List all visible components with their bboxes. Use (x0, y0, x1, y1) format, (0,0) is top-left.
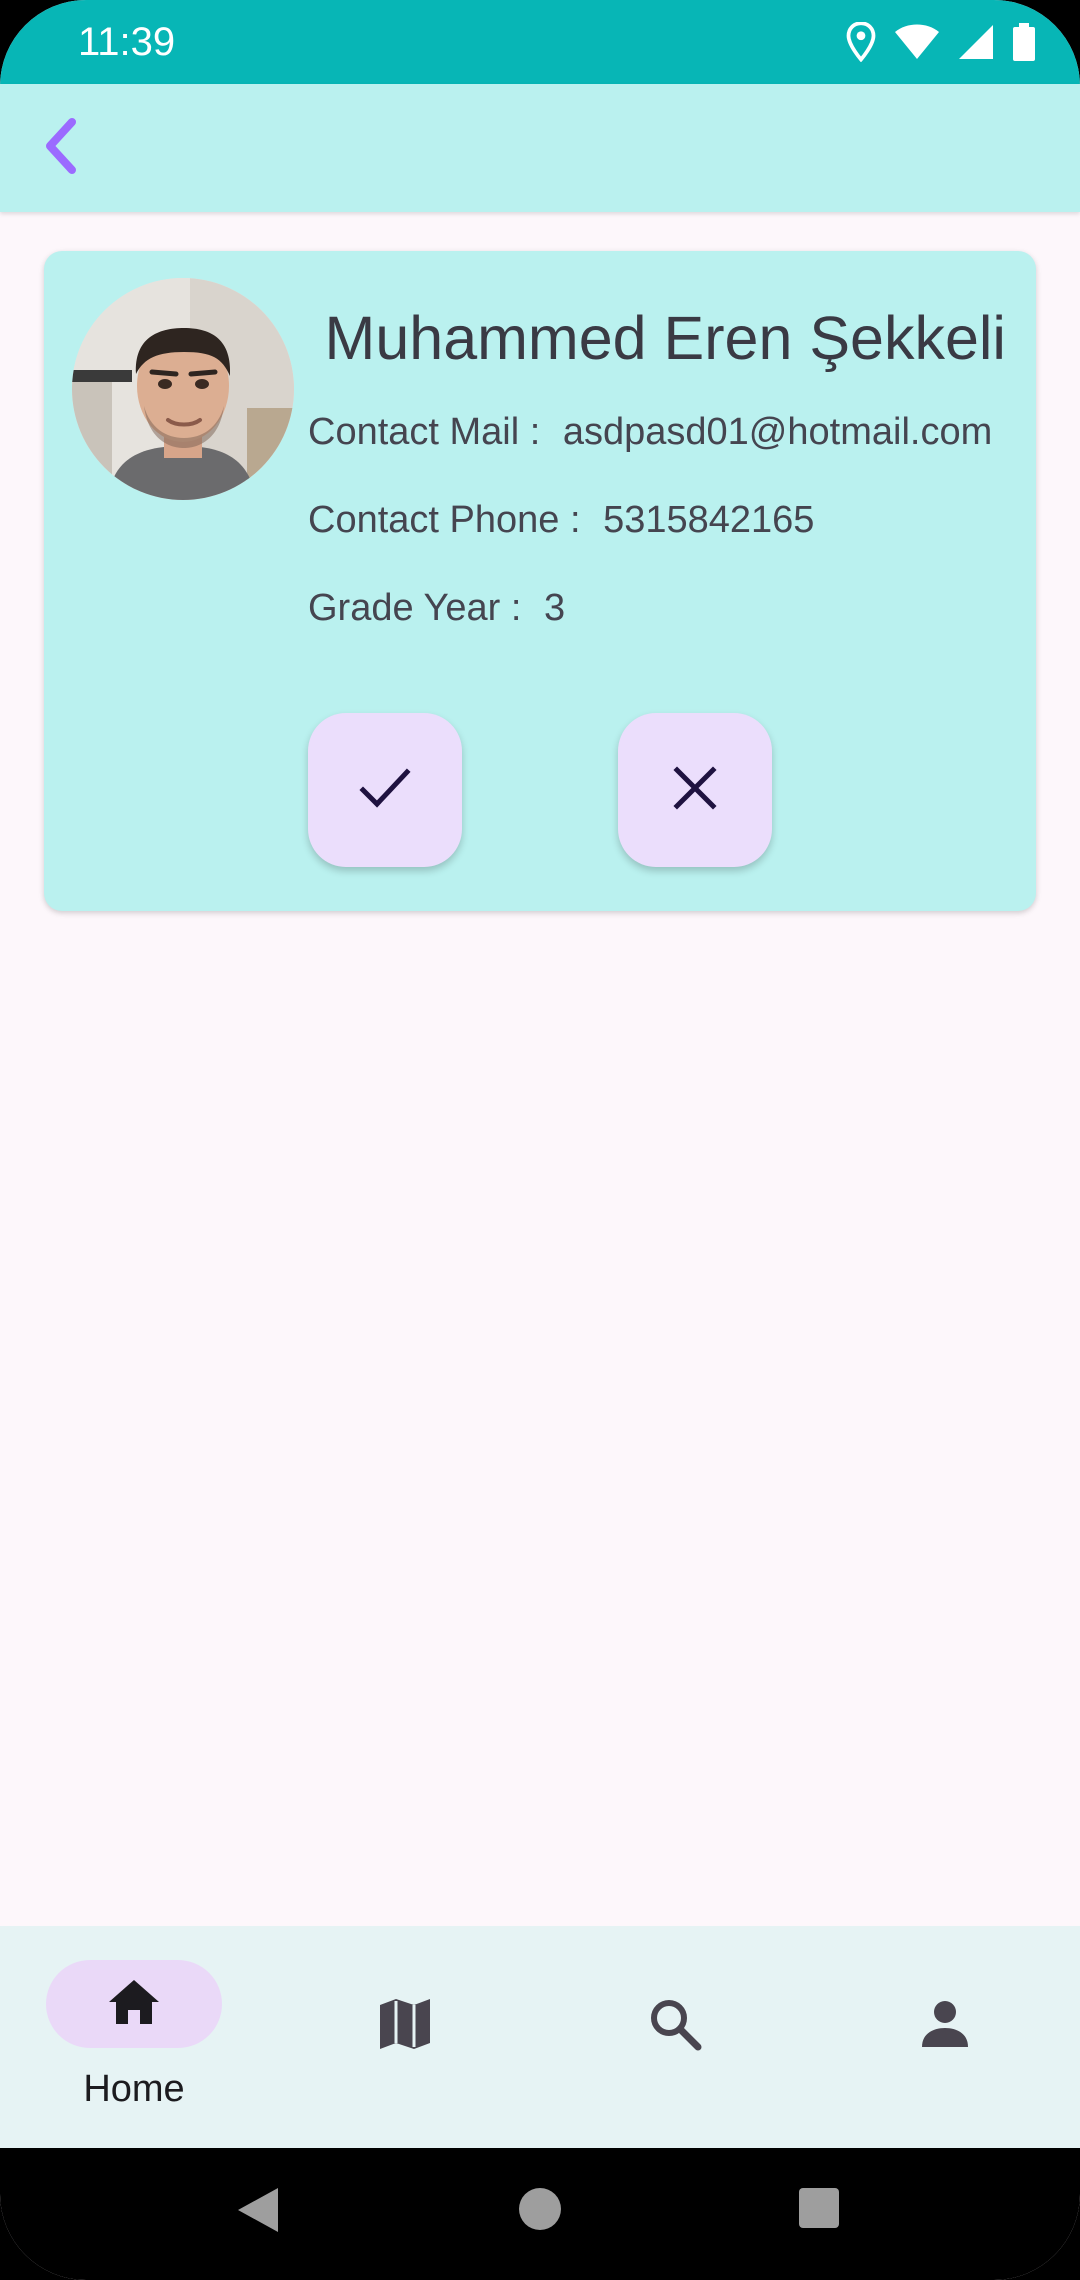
recents-square-icon[interactable] (797, 2186, 841, 2235)
app-bar (0, 84, 1080, 212)
search-icon (648, 1997, 702, 2056)
accept-button[interactable] (308, 713, 462, 867)
back-triangle-icon[interactable] (236, 2186, 280, 2239)
contact-phone-row: Contact Phone : 5315842165 (308, 499, 814, 542)
nav-item-search[interactable] (587, 1982, 763, 2162)
back-button[interactable] (28, 116, 92, 180)
check-icon (357, 760, 413, 821)
status-icons (846, 18, 1036, 66)
screen: 11:39 Muhammed Eren Şekkeli Contact Mail… (0, 0, 1080, 2280)
signal-icon (958, 24, 994, 60)
nav-item-home[interactable]: Home (46, 1960, 222, 2140)
reject-button[interactable] (618, 713, 772, 867)
person-icon (920, 1999, 970, 2054)
wifi-icon (894, 24, 940, 60)
bottom-navigation: Home (0, 1926, 1080, 2148)
home-circle-icon[interactable] (517, 2186, 563, 2237)
contact-mail-row: Contact Mail : asdpasd01@hotmail.com (308, 411, 992, 454)
map-icon (378, 1997, 432, 2056)
contact-mail-value: asdpasd01@hotmail.com (562, 411, 993, 453)
avatar (72, 278, 294, 500)
grade-year-value: 3 (543, 587, 566, 629)
grade-year-row: Grade Year : 3 (308, 587, 565, 630)
home-icon (107, 1978, 161, 2031)
contact-mail-label: Contact Mail : (308, 411, 541, 453)
grade-year-label: Grade Year : (308, 587, 522, 629)
chevron-left-icon (40, 116, 80, 181)
profile-photo (72, 278, 294, 500)
location-icon (846, 22, 876, 62)
close-icon (671, 764, 719, 817)
nav-home-indicator (46, 1960, 222, 2048)
contact-phone-label: Contact Phone : (308, 499, 581, 541)
status-bar: 11:39 (0, 0, 1080, 84)
battery-icon (1012, 23, 1036, 61)
nav-item-map[interactable] (317, 1982, 493, 2162)
contact-phone-value: 5315842165 (603, 499, 815, 541)
student-name: Muhammed Eren Şekkeli (324, 304, 1006, 372)
nav-label-home: Home (83, 2068, 185, 2110)
student-request-card: Muhammed Eren Şekkeli Contact Mail : asd… (44, 251, 1036, 911)
system-navigation-bar (0, 2148, 1080, 2280)
status-time: 11:39 (78, 20, 176, 64)
nav-item-profile[interactable] (857, 1982, 1033, 2162)
